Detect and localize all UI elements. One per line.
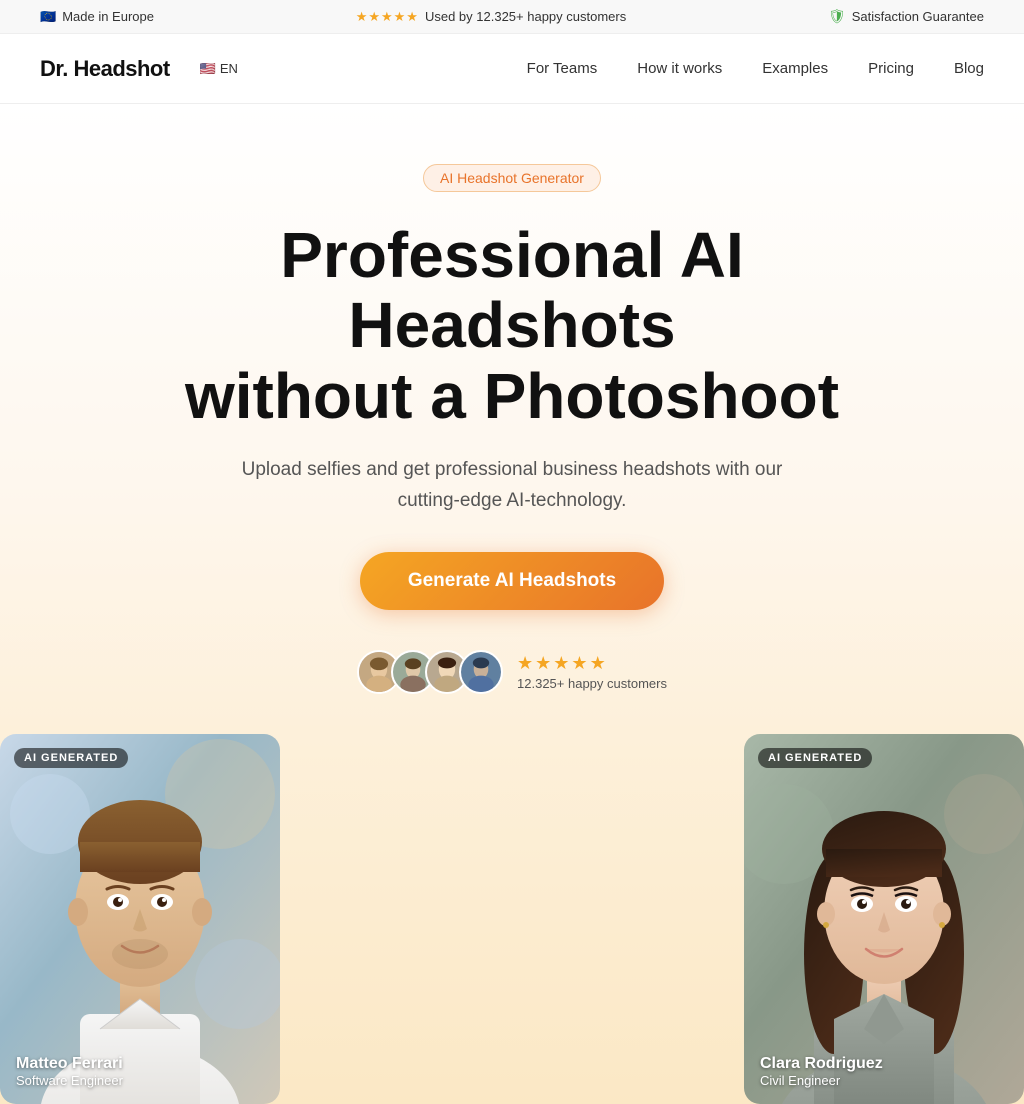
- avatar-4: [459, 650, 503, 694]
- satisfaction-text: Satisfaction Guarantee: [852, 9, 984, 24]
- social-proof: ★★★★★ 12.325+ happy customers: [40, 650, 984, 694]
- navbar: Dr. Headshot 🇺🇸 EN For Teams How it work…: [0, 34, 1024, 104]
- pricing-link[interactable]: Pricing: [868, 60, 914, 77]
- stars-icon: ★★★★★: [356, 9, 419, 25]
- banner-right: 🛡 Satisfaction Guarantee: [828, 8, 984, 25]
- nav-item-for-teams[interactable]: For Teams: [527, 60, 598, 78]
- nav-item-examples[interactable]: Examples: [762, 60, 828, 78]
- person-name-female: Clara Rodriguez: [760, 1055, 883, 1073]
- example-card-male: AI GENERATED Matteo Ferrari Software Eng…: [0, 734, 280, 1104]
- shield-icon: 🛡: [828, 8, 846, 25]
- nav-item-blog[interactable]: Blog: [954, 60, 984, 78]
- nav-item-how-it-works[interactable]: How it works: [637, 60, 722, 78]
- center-spacer: [280, 734, 744, 1104]
- ai-badge-male: AI GENERATED: [14, 748, 128, 768]
- hero-title: Professional AI Headshots without a Phot…: [122, 220, 902, 431]
- person-title-male: Software Engineer: [16, 1073, 123, 1088]
- eu-flag-icon: 🇪🇺: [40, 9, 56, 25]
- banner-center: ★★★★★ Used by 12.325+ happy customers: [356, 9, 627, 25]
- logo[interactable]: Dr. Headshot: [40, 56, 170, 82]
- nav-item-pricing[interactable]: Pricing: [868, 60, 914, 78]
- ai-badge-female: AI GENERATED: [758, 748, 872, 768]
- lang-code: EN: [220, 61, 238, 76]
- hero-rating-count: 12.325+ happy customers: [517, 676, 667, 691]
- avatar-stack: [357, 650, 503, 694]
- hero-stars: ★★★★★: [517, 653, 667, 674]
- made-in-europe-text: Made in Europe: [62, 9, 154, 24]
- nav-links: For Teams How it works Examples Pricing …: [527, 60, 984, 78]
- person-info-male: Matteo Ferrari Software Engineer: [16, 1055, 123, 1088]
- hero-badge: AI Headshot Generator: [423, 164, 601, 192]
- person-info-female: Clara Rodriguez Civil Engineer: [760, 1055, 883, 1088]
- example-card-female: AI GENERATED Clara Rodriguez Civil Engin…: [744, 734, 1024, 1104]
- examples-section: AI GENERATED Matteo Ferrari Software Eng…: [0, 734, 1024, 1104]
- person-name-male: Matteo Ferrari: [16, 1055, 123, 1073]
- rating-info: ★★★★★ 12.325+ happy customers: [517, 653, 667, 691]
- generate-headshots-button[interactable]: Generate AI Headshots: [360, 552, 664, 610]
- hero-subtitle: Upload selfies and get professional busi…: [232, 455, 792, 516]
- person-title-female: Civil Engineer: [760, 1073, 883, 1088]
- us-flag-icon: 🇺🇸: [200, 61, 216, 77]
- top-banner: 🇪🇺 Made in Europe ★★★★★ Used by 12.325+ …: [0, 0, 1024, 34]
- blog-link[interactable]: Blog: [954, 60, 984, 77]
- examples-link[interactable]: Examples: [762, 60, 828, 77]
- hero-section: AI Headshot Generator Professional AI He…: [0, 104, 1024, 734]
- how-it-works-link[interactable]: How it works: [637, 60, 722, 77]
- for-teams-link[interactable]: For Teams: [527, 60, 598, 77]
- language-selector[interactable]: 🇺🇸 EN: [200, 61, 238, 77]
- customer-count-text: Used by 12.325+ happy customers: [425, 9, 626, 24]
- banner-left: 🇪🇺 Made in Europe: [40, 9, 154, 25]
